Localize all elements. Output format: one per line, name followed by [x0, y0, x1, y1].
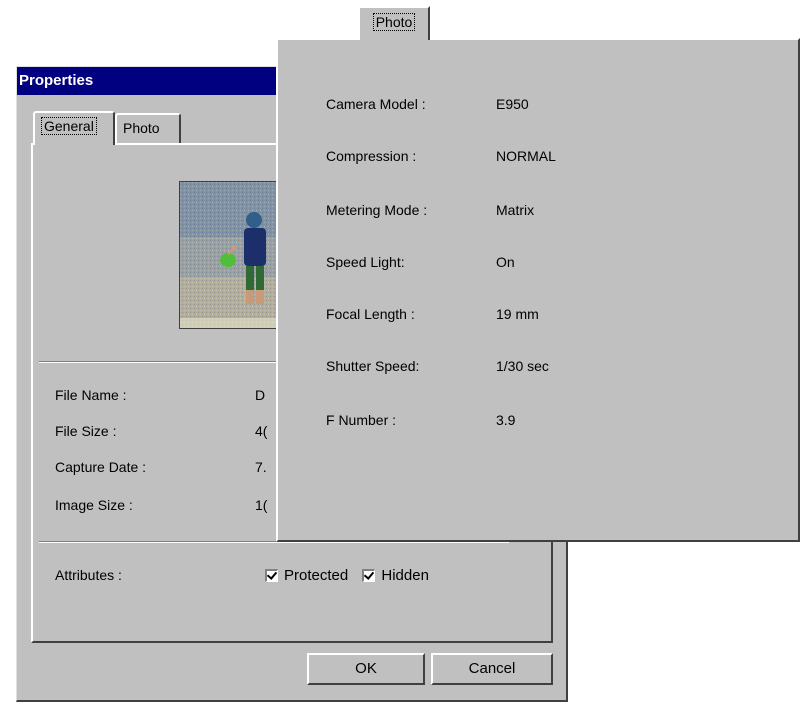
tab-general[interactable]: General [33, 111, 115, 145]
tab-photo[interactable]: Photo [115, 113, 181, 143]
capture-date-value: 7. [255, 459, 267, 475]
image-size-label: Image Size : [55, 497, 133, 513]
cancel-button[interactable]: Cancel [431, 653, 553, 685]
compression-value: NORMAL [496, 148, 556, 164]
camera-model-value: E950 [496, 96, 529, 112]
popup-tab-photo-label: Photo [372, 13, 416, 31]
checkmark-icon [265, 569, 278, 582]
f-number-label: F Number : [326, 412, 397, 428]
protected-label: Protected [284, 567, 349, 584]
hidden-label: Hidden [381, 567, 429, 584]
checkmark-icon [362, 569, 376, 582]
file-name-label: File Name : [55, 387, 127, 403]
popup-tab-photo[interactable]: Photo [358, 6, 430, 40]
ok-button[interactable]: OK [307, 653, 425, 685]
metering-mode-value: Matrix [496, 202, 535, 218]
tab-photo-label: Photo [123, 120, 160, 136]
speed-light-value: On [496, 254, 515, 270]
focal-length-value: 19 mm [496, 306, 539, 322]
photo-info-panel: Camera Model : E950 Compression : NORMAL… [276, 38, 800, 542]
file-size-label: File Size : [55, 423, 117, 439]
tab-general-label: General [41, 117, 97, 135]
image-size-value: 1( [255, 497, 268, 513]
focal-length-label: Focal Length : [326, 306, 415, 322]
attributes-label: Attributes : [55, 567, 122, 583]
attributes-group: Protected Hidden [265, 567, 439, 584]
camera-model-label: Camera Model : [326, 96, 426, 112]
speed-light-label: Speed Light: [326, 254, 405, 270]
protected-checkbox[interactable]: Protected [265, 567, 348, 584]
capture-date-label: Capture Date : [55, 459, 147, 475]
file-name-value: D [255, 387, 266, 403]
hidden-checkbox[interactable]: Hidden [362, 567, 429, 584]
metering-mode-label: Metering Mode : [326, 202, 428, 218]
compression-label: Compression : [326, 148, 417, 164]
file-size-value: 4( [255, 423, 268, 439]
f-number-value: 3.9 [496, 412, 516, 428]
shutter-speed-label: Shutter Speed: [326, 358, 420, 374]
shutter-speed-value: 1/30 sec [496, 358, 549, 374]
